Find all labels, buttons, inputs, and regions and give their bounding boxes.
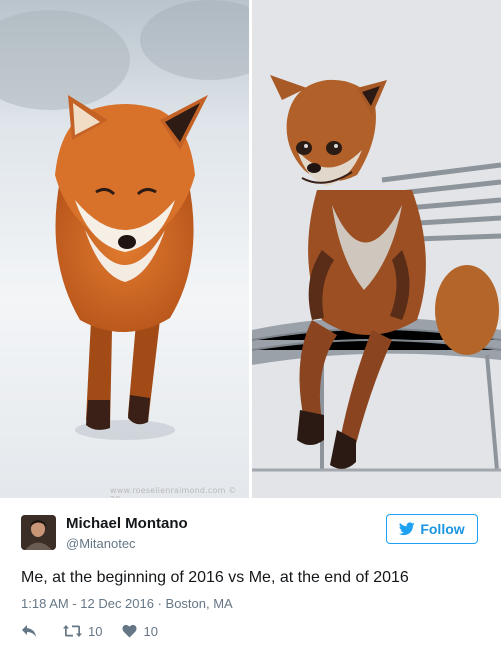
tweet-media[interactable]: www.roeselienraimond.com © 20 <box>0 0 501 498</box>
follow-button[interactable]: Follow <box>386 514 478 544</box>
tweet-text: Me, at the beginning of 2016 vs Me, at t… <box>21 569 409 586</box>
like-count: 10 <box>143 623 158 639</box>
tweet-actions: 10 10 <box>21 623 158 639</box>
avatar[interactable] <box>21 515 56 550</box>
author-name[interactable]: Michael Montano <box>66 515 188 532</box>
like-button[interactable]: 10 <box>122 623 158 639</box>
heart-icon <box>122 624 138 638</box>
tweet-card: Michael Montano @Mitanotec Follow Me, at… <box>0 498 501 655</box>
photo-fox-start-of-year[interactable]: www.roeselienraimond.com © 20 <box>0 0 249 498</box>
retweet-button[interactable]: 10 <box>63 624 102 639</box>
photo-fox-end-of-year[interactable] <box>252 0 501 498</box>
twitter-bird-icon <box>399 522 416 536</box>
follow-label: Follow <box>420 521 465 537</box>
reply-button[interactable] <box>21 624 41 638</box>
tweet-timestamp-location[interactable]: 1:18 AM - 12 Dec 2016 · Boston, MA <box>21 596 233 611</box>
author-handle[interactable]: @Mitanotec <box>66 536 136 551</box>
photo-watermark: www.roeselienraimond.com © 20 <box>110 486 237 498</box>
retweet-count: 10 <box>88 623 103 639</box>
reply-icon <box>22 625 36 637</box>
retweet-icon <box>63 625 82 637</box>
